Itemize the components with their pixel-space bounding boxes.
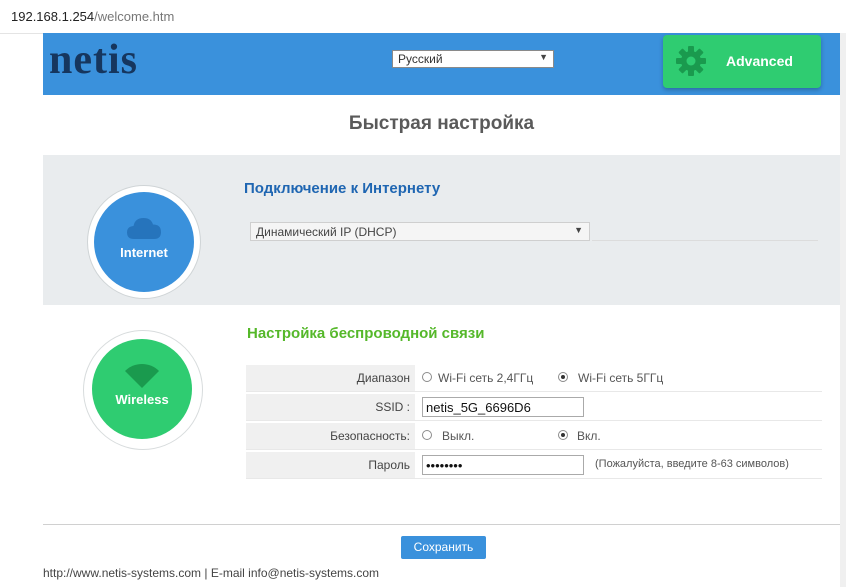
password-input[interactable]: ••••••••: [422, 455, 584, 475]
internet-badge-ring: Internet: [87, 185, 201, 299]
url-host: 192.168.1.254: [11, 9, 95, 24]
wireless-badge: Wireless: [92, 339, 192, 439]
save-button[interactable]: Сохранить: [401, 536, 486, 559]
divider: [43, 524, 840, 525]
security-on-radio[interactable]: [558, 430, 568, 440]
chevron-down-icon: ▼: [574, 225, 583, 235]
window-edge: [840, 33, 846, 587]
header-bar: netis Русский ▼ Advanced: [43, 33, 840, 95]
password-label: Пароль: [246, 452, 415, 478]
security-row: Безопасность: Выкл. Вкл.: [246, 423, 822, 450]
security-label: Безопасность:: [246, 423, 415, 449]
gear-icon: [676, 46, 706, 76]
cloud-icon: [127, 218, 161, 239]
band-label: Диапазон: [246, 365, 415, 391]
wifi-icon: [125, 363, 159, 388]
ssid-row: SSID : netis_5G_6696D6: [246, 394, 822, 421]
chevron-down-icon: ▼: [539, 52, 548, 62]
netis-logo: netis: [49, 37, 138, 83]
wireless-badge-ring: Wireless: [83, 330, 203, 450]
divider: [592, 240, 818, 241]
password-hint: (Пожалуйста, введите 8-63 символов): [595, 458, 789, 470]
wireless-label: Wireless: [115, 392, 169, 407]
url-text[interactable]: 192.168.1.254/welcome.htm: [11, 9, 174, 24]
language-value: Русский: [398, 52, 443, 66]
page-title: Быстрая настройка: [348, 113, 535, 134]
band-5-radio[interactable]: [558, 372, 568, 382]
connection-type-value: Динамический IP (DHCP): [256, 225, 397, 239]
advanced-button[interactable]: Advanced: [663, 35, 821, 88]
band-24-label[interactable]: Wi-Fi сеть 2,4ГГц: [438, 371, 533, 385]
internet-label: Internet: [120, 245, 168, 260]
url-path: /welcome.htm: [94, 9, 175, 24]
footer-text: http://www.netis-systems.com | E-mail in…: [43, 566, 380, 580]
internet-section: Internet Подключение к Интернету Динамич…: [43, 155, 840, 305]
language-select[interactable]: Русский ▼: [392, 50, 554, 68]
security-on-label[interactable]: Вкл.: [577, 429, 601, 443]
band-24-radio[interactable]: [422, 372, 432, 382]
security-off-label[interactable]: Выкл.: [442, 429, 474, 443]
internet-badge: Internet: [94, 192, 194, 292]
wireless-heading: Настройка беспроводной связи: [247, 325, 485, 342]
address-bar[interactable]: 192.168.1.254/welcome.htm: [0, 0, 846, 34]
connection-type-select[interactable]: Динамический IP (DHCP) ▼: [250, 222, 590, 241]
band-5-label[interactable]: Wi-Fi сеть 5ГГц: [578, 371, 663, 385]
security-off-radio[interactable]: [422, 430, 432, 440]
advanced-label: Advanced: [726, 53, 793, 69]
router-page: netis Русский ▼ Advanced Быстрая настрой…: [43, 33, 840, 587]
ssid-label: SSID :: [246, 394, 415, 420]
ssid-input[interactable]: netis_5G_6696D6: [422, 397, 584, 417]
internet-heading: Подключение к Интернету: [244, 180, 441, 197]
band-row: Диапазон Wi-Fi сеть 2,4ГГц Wi-Fi сеть 5Г…: [246, 365, 822, 392]
password-row: Пароль •••••••• (Пожалуйста, введите 8-6…: [246, 452, 822, 479]
